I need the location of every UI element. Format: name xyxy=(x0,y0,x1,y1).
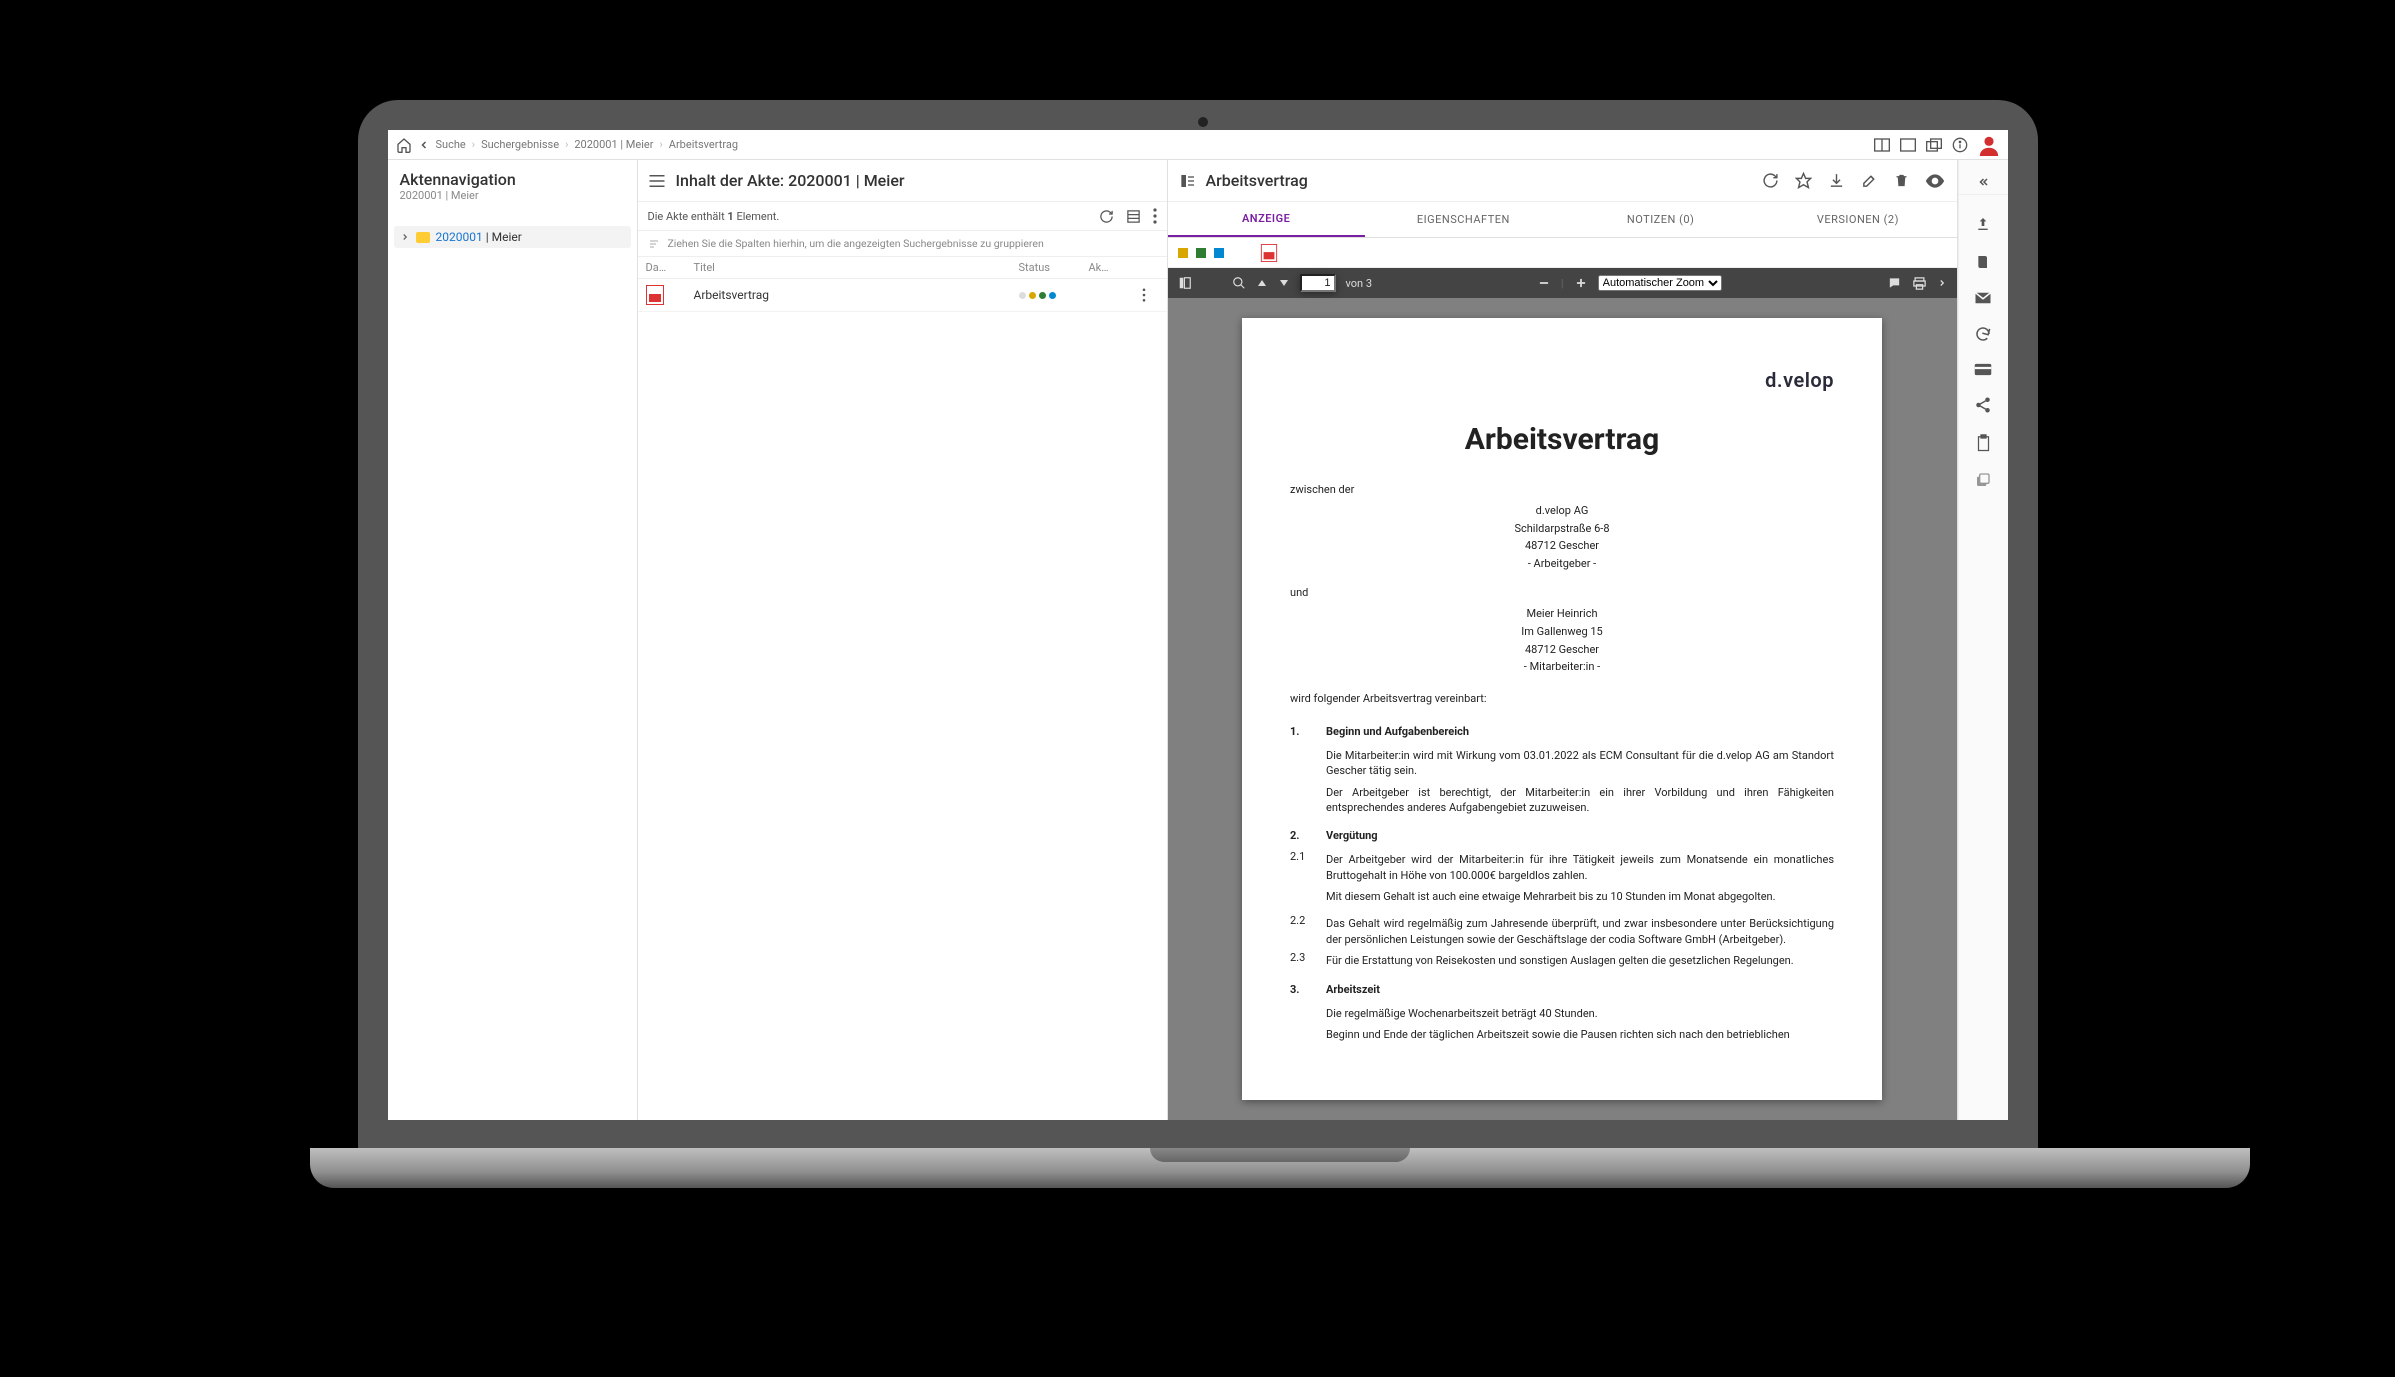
zoom-in-icon[interactable] xyxy=(1574,276,1588,290)
status-square[interactable] xyxy=(1196,248,1206,258)
refresh-icon[interactable] xyxy=(1762,172,1779,189)
list-title: Inhalt der Akte: 2020001 | Meier xyxy=(676,171,905,190)
page-input[interactable] xyxy=(1300,274,1336,292)
layout-single-icon[interactable] xyxy=(1900,138,1916,152)
page-up-icon[interactable] xyxy=(1256,277,1268,289)
sidebar-title: Aktennavigation xyxy=(400,170,625,189)
zoom-select[interactable]: Automatischer Zoom xyxy=(1598,275,1722,291)
layout-popout-icon[interactable] xyxy=(1926,138,1942,152)
col-title[interactable]: Titel xyxy=(694,261,1019,274)
refresh-icon[interactable] xyxy=(1099,208,1114,224)
delete-icon[interactable] xyxy=(1894,172,1909,189)
employer-block: d.velop AGSchildarpstraße 6-848712 Gesch… xyxy=(1290,502,1834,572)
breadcrumb-item[interactable]: Suche xyxy=(436,138,466,151)
col-date[interactable]: Da… xyxy=(646,261,694,274)
doc-tabs: ANZEIGE EIGENSCHAFTEN NOTIZEN (0) VERSIO… xyxy=(1168,202,1957,238)
share-icon[interactable] xyxy=(1974,396,1992,414)
comment-icon[interactable] xyxy=(1887,276,1902,290)
upload-icon[interactable] xyxy=(1975,215,1991,233)
tab-notizen[interactable]: NOTIZEN (0) xyxy=(1562,202,1759,237)
list-count: Die Akte enthält 1 Element. xyxy=(648,210,780,223)
print-icon[interactable] xyxy=(1912,276,1927,291)
tab-eigenschaften[interactable]: EIGENSCHAFTEN xyxy=(1365,202,1562,237)
pdf-toolbar: von 3 | Automatischer Zoom xyxy=(1168,268,1957,298)
breadcrumb-item[interactable]: 2020001 | Meier xyxy=(574,138,653,151)
folder-icon xyxy=(416,232,430,243)
tools-icon[interactable] xyxy=(1937,276,1947,290)
group-icon xyxy=(648,238,660,250)
tree-node[interactable]: 2020001 | Meier xyxy=(394,226,631,248)
breadcrumb-item: Arbeitsvertrag xyxy=(669,138,738,151)
pdf-page: d.velop Arbeitsvertrag zwischen der d.ve… xyxy=(1242,318,1882,1100)
doc-heading: Arbeitsvertrag xyxy=(1290,422,1834,457)
tab-anzeige[interactable]: ANZEIGE xyxy=(1168,202,1365,237)
status-dots xyxy=(1019,292,1089,299)
breadcrumb: Suche› Suchergebnisse› 2020001 | Meier› … xyxy=(436,138,739,151)
tab-versionen[interactable]: VERSIONEN (2) xyxy=(1759,202,1956,237)
list-panel: Inhalt der Akte: 2020001 | Meier Die Akt… xyxy=(638,160,1168,1120)
document-title: Arbeitsvertrag xyxy=(1206,171,1308,190)
viewer-panel: Arbeitsvertrag ANZEIGE EI xyxy=(1168,160,1958,1120)
brand-logo: d.velop xyxy=(1290,368,1834,392)
group-by-bar[interactable]: Ziehen Sie die Spalten hierhin, um die a… xyxy=(638,230,1167,257)
pdf-icon xyxy=(1260,244,1276,262)
table-row[interactable]: Arbeitsvertrag xyxy=(638,279,1167,312)
download-icon[interactable] xyxy=(1828,172,1845,189)
toggle-panel-icon[interactable] xyxy=(1180,174,1196,188)
star-icon[interactable] xyxy=(1795,172,1812,189)
visibility-icon[interactable] xyxy=(1925,172,1945,189)
status-square[interactable] xyxy=(1178,248,1188,258)
status-square[interactable] xyxy=(1214,248,1224,258)
more-icon[interactable] xyxy=(1153,208,1157,224)
user-avatar-icon[interactable] xyxy=(1978,134,2000,156)
stack-icon[interactable] xyxy=(1975,472,1991,488)
search-icon[interactable] xyxy=(1232,276,1246,290)
breadcrumb-item[interactable]: Suchergebnisse xyxy=(481,138,559,151)
sidebar-subtitle: 2020001 | Meier xyxy=(400,189,625,202)
tool-tray xyxy=(1168,238,1957,268)
sidebar-panel: Aktennavigation 2020001 | Meier 2020001 … xyxy=(388,160,638,1120)
nav-back-icon[interactable] xyxy=(418,139,430,151)
pdf-stage[interactable]: d.velop Arbeitsvertrag zwischen der d.ve… xyxy=(1168,298,1957,1120)
pdf-icon xyxy=(646,285,664,305)
sidebar-toggle-icon[interactable] xyxy=(1178,276,1192,290)
col-status[interactable]: Status xyxy=(1019,261,1089,274)
table-view-icon[interactable] xyxy=(1126,208,1141,224)
page-total: von 3 xyxy=(1346,277,1373,290)
tree-label: 2020001 | Meier xyxy=(436,230,522,244)
top-bar: Suche› Suchergebnisse› 2020001 | Meier› … xyxy=(388,130,2008,160)
layout-split-icon[interactable] xyxy=(1874,138,1890,152)
card-icon[interactable] xyxy=(1974,363,1992,376)
collapse-rail-icon[interactable] xyxy=(1959,170,2008,195)
employee-block: Meier HeinrichIm Gallenweg 1548712 Gesch… xyxy=(1290,605,1834,675)
table-header: Da… Titel Status Ak… xyxy=(638,257,1167,279)
chevron-right-icon xyxy=(400,232,410,242)
row-more-icon[interactable] xyxy=(1129,288,1159,302)
page-down-icon[interactable] xyxy=(1278,277,1290,289)
zoom-out-icon[interactable] xyxy=(1537,276,1551,290)
clipboard-icon[interactable] xyxy=(1976,434,1991,452)
mail-icon[interactable] xyxy=(1974,291,1992,305)
edit-icon[interactable] xyxy=(1861,172,1878,189)
row-title: Arbeitsvertrag xyxy=(694,288,1019,302)
info-icon[interactable] xyxy=(1952,137,1968,153)
col-action[interactable]: Ak… xyxy=(1089,261,1129,274)
home-icon[interactable] xyxy=(396,137,412,153)
sync-icon[interactable] xyxy=(1974,325,1992,343)
menu-icon[interactable] xyxy=(648,174,666,188)
book-icon[interactable] xyxy=(1975,253,1991,271)
right-rail xyxy=(1958,160,2008,1120)
